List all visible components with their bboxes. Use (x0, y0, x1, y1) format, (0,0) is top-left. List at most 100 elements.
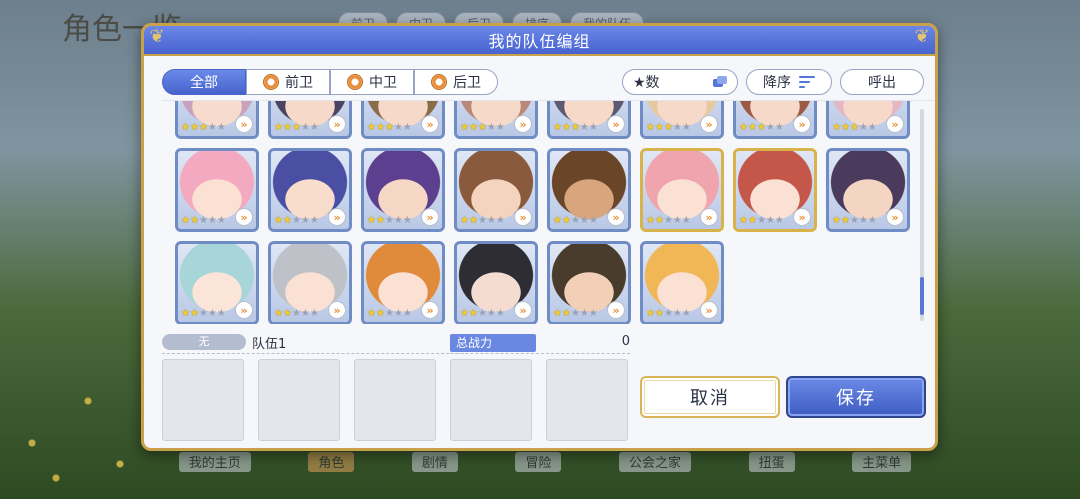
filter-back[interactable]: 后卫 (414, 69, 498, 95)
character-card[interactable]: ★ ★ ★ ★ ★» (547, 241, 631, 324)
character-card[interactable]: ★ ★ ★ ★ ★» (268, 101, 352, 139)
star-icon: ★ (646, 308, 655, 319)
star-icon: ★ (309, 122, 319, 133)
save-label: 保存 (836, 388, 876, 409)
star-rating: ★ ★ ★ ★ ★ (367, 309, 412, 319)
star-icon: ★ (460, 308, 469, 319)
position-badge-icon: » (700, 301, 718, 319)
star-icon: ★ (858, 122, 868, 133)
cancel-button[interactable]: 取消 (640, 376, 780, 418)
star-icon: ★ (216, 215, 226, 226)
cancel-label: 取消 (690, 388, 730, 409)
call-out-button[interactable]: 呼出 (840, 69, 924, 95)
character-card[interactable]: ★ ★ ★ ★ ★» (454, 241, 538, 324)
party-slot-3[interactable] (354, 359, 436, 441)
star-rating: ★ ★ ★ ★ ★ (274, 309, 319, 319)
background-flowers (0, 359, 160, 499)
character-card[interactable]: ★ ★ ★ ★ ★» (640, 148, 724, 232)
scrollbar-thumb[interactable] (920, 277, 924, 315)
character-card[interactable]: ★ ★ ★ ★ ★» (733, 101, 817, 139)
star-icon: ★ (849, 215, 859, 226)
nav-quest: 冒险 (515, 452, 562, 472)
star-icon: ★ (588, 122, 598, 133)
star-icon: ★ (375, 308, 385, 319)
character-card[interactable]: ★ ★ ★ ★ ★» (733, 148, 817, 232)
star-rating: ★ ★ ★ ★ ★ (181, 123, 226, 133)
star-icon: ★ (747, 122, 757, 133)
party-edit-dialog: 我的队伍编组 ❦ ❦ 全部 前卫 中卫 后卫 ★数 降序 呼出 ★ ★ ★ ★ ★» ★ ★… (141, 23, 938, 451)
star-icon: ★ (646, 215, 655, 226)
party-slot-4[interactable] (450, 359, 532, 441)
character-card[interactable]: ★ ★ ★ ★ ★» (640, 101, 724, 139)
star-icon: ★ (832, 215, 841, 226)
position-badge-icon: » (328, 208, 346, 226)
sort-key-button[interactable]: ★数 (622, 69, 738, 95)
total-power: 总战力 0 (450, 332, 630, 354)
position-badge-icon: » (700, 208, 718, 226)
filter-front[interactable]: 前卫 (246, 69, 330, 95)
star-rating: ★ ★ ★ ★ ★ (367, 216, 412, 226)
star-icon: ★ (291, 308, 301, 319)
character-card[interactable]: ★ ★ ★ ★ ★» (454, 101, 538, 139)
sort-controls: ★数 降序 呼出 (622, 69, 924, 95)
star-icon: ★ (402, 215, 412, 226)
star-icon: ★ (189, 215, 199, 226)
star-icon: ★ (300, 122, 310, 133)
party-header: 无 队伍1 (162, 332, 464, 354)
roster-scrollbar[interactable] (920, 109, 924, 321)
ornament-icon: ❦ (914, 26, 930, 47)
star-icon: ★ (384, 215, 394, 226)
call-out-label: 呼出 (868, 75, 896, 91)
star-icon: ★ (739, 122, 748, 133)
star-icon: ★ (384, 122, 394, 133)
character-card[interactable]: ★ ★ ★ ★ ★» (826, 101, 910, 139)
party-slot-5[interactable] (546, 359, 628, 441)
star-icon: ★ (561, 308, 571, 319)
character-card[interactable]: ★ ★ ★ ★ ★» (547, 148, 631, 232)
character-card[interactable]: ★ ★ ★ ★ ★ » (175, 101, 259, 139)
save-button[interactable]: 保存 (786, 376, 926, 418)
filter-all-label: 全部 (190, 75, 218, 91)
position-badge-icon: » (886, 208, 904, 226)
star-icon: ★ (402, 122, 412, 133)
star-icon: ★ (840, 215, 850, 226)
sort-key-label: ★数 (633, 75, 660, 91)
star-icon: ★ (765, 122, 775, 133)
character-card[interactable]: ★ ★ ★ ★ ★» (826, 148, 910, 232)
nav-characters: 角色 (308, 452, 355, 472)
filter-middle[interactable]: 中卫 (330, 69, 414, 95)
star-icon: ★ (367, 215, 376, 226)
character-card[interactable]: ★ ★ ★ ★ ★» (547, 101, 631, 139)
star-icon: ★ (588, 308, 598, 319)
character-card[interactable]: ★ ★ ★ ★ ★» (454, 148, 538, 232)
sort-descending-icon (799, 76, 815, 88)
star-rating: ★ ★ ★ ★ ★ (460, 123, 505, 133)
character-card[interactable]: ★ ★ ★ ★ ★» (268, 148, 352, 232)
sort-order-button[interactable]: 降序 (746, 69, 832, 95)
character-card[interactable]: ★ ★ ★ ★ ★» (175, 241, 259, 324)
character-card[interactable]: ★ ★ ★ ★ ★» (268, 241, 352, 324)
star-icon: ★ (189, 308, 199, 319)
party-slot-2[interactable] (258, 359, 340, 441)
position-badge-icon: » (235, 115, 253, 133)
star-icon: ★ (300, 308, 310, 319)
star-icon: ★ (681, 308, 691, 319)
position-badge-icon: » (421, 115, 439, 133)
star-icon: ★ (663, 308, 673, 319)
star-icon: ★ (207, 215, 217, 226)
character-card[interactable]: ★ ★ ★ ★ ★» (640, 241, 724, 324)
character-card[interactable]: ★ ★ ★ ★ ★» (361, 101, 445, 139)
star-icon: ★ (654, 215, 664, 226)
character-roster[interactable]: ★ ★ ★ ★ ★» ★ ★ ★ ★ ★» ★ ★ ★ ★ ★» ★ ★ ★ ★ ★» ★ ★ ★ ★ ★» ★ ★ ★ ★ ★» ★ ★ ★ ★… (162, 100, 934, 324)
filter-all[interactable]: 全部 (162, 69, 246, 95)
star-icon: ★ (553, 122, 562, 133)
star-icon: ★ (477, 122, 487, 133)
position-badge-icon: » (607, 208, 625, 226)
party-slot-1[interactable] (162, 359, 244, 441)
character-card[interactable]: ★ ★ ★ ★ ★» (361, 148, 445, 232)
star-icon: ★ (384, 308, 394, 319)
character-card[interactable]: ★ ★ ★ ★ ★» (175, 148, 259, 232)
star-icon: ★ (460, 122, 469, 133)
character-card[interactable]: ★ ★ ★ ★ ★» (361, 241, 445, 324)
star-icon: ★ (654, 122, 664, 133)
